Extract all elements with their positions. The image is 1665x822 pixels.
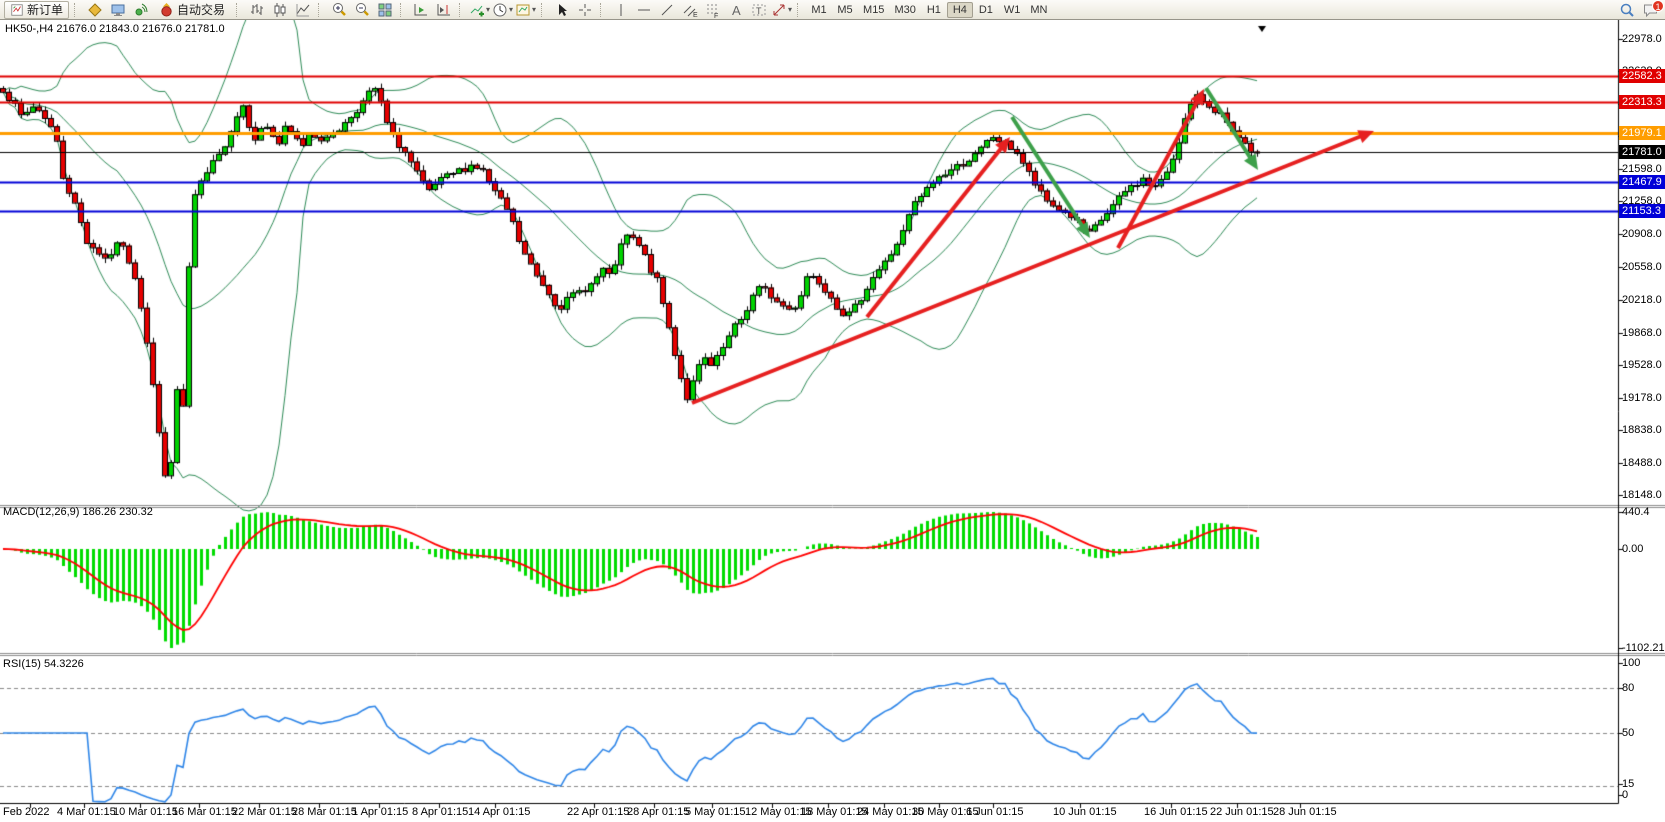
crosshair-button[interactable] bbox=[573, 1, 596, 19]
indicators-button[interactable]: ▾ bbox=[468, 1, 491, 19]
chart-shift-icon bbox=[436, 2, 452, 18]
terminal-button[interactable] bbox=[106, 1, 129, 19]
timeframe-m1-button[interactable]: M1 bbox=[806, 2, 832, 18]
auto-trading-label: 自动交易 bbox=[177, 1, 225, 18]
candlestick-chart-button[interactable] bbox=[268, 1, 291, 19]
bar-chart-icon bbox=[249, 2, 265, 18]
chart-window-button[interactable] bbox=[83, 1, 106, 19]
periods-button[interactable]: ▾ bbox=[491, 1, 514, 19]
equidistant-channel-button[interactable]: E bbox=[678, 1, 701, 19]
auto-scroll-icon bbox=[413, 2, 429, 18]
svg-text:E: E bbox=[693, 12, 698, 18]
auto-trading-icon bbox=[159, 2, 174, 17]
monitor-icon bbox=[110, 2, 126, 18]
horizontal-line-button[interactable] bbox=[632, 1, 655, 19]
horizontal-line-icon bbox=[636, 2, 652, 18]
text-icon: A bbox=[728, 2, 744, 18]
timeframe-h4-button[interactable]: H4 bbox=[947, 2, 973, 18]
signals-button[interactable] bbox=[129, 1, 152, 19]
toolbar-separator bbox=[797, 3, 803, 17]
search-button[interactable] bbox=[1615, 1, 1638, 19]
diamond-icon bbox=[87, 2, 103, 18]
new-order-label: 新订单 bbox=[27, 1, 63, 18]
line-chart-icon bbox=[295, 2, 311, 18]
timeframe-m15-button[interactable]: M15 bbox=[858, 2, 889, 18]
chevron-down-icon: ▾ bbox=[788, 5, 792, 14]
zoom-in-button[interactable] bbox=[327, 1, 350, 19]
toolbar-separator bbox=[459, 3, 465, 17]
vertical-line-icon bbox=[613, 2, 629, 18]
price-chart-canvas[interactable] bbox=[0, 20, 1665, 822]
trendline-icon bbox=[659, 2, 675, 18]
toolbar-separator bbox=[236, 3, 242, 17]
new-order-button[interactable]: 新订单 bbox=[4, 1, 69, 19]
cursor-button[interactable] bbox=[550, 1, 573, 19]
toolbar-separator bbox=[541, 3, 547, 17]
timeframe-m5-button[interactable]: M5 bbox=[832, 2, 858, 18]
chevron-down-icon: ▾ bbox=[486, 5, 490, 14]
toolbar-separator bbox=[600, 3, 606, 17]
search-icon bbox=[1619, 2, 1635, 18]
zoom-out-button[interactable] bbox=[350, 1, 373, 19]
chart-shift-button[interactable] bbox=[432, 1, 455, 19]
svg-text:T: T bbox=[756, 6, 762, 16]
candlestick-chart-icon bbox=[272, 2, 288, 18]
toolbar-separator bbox=[400, 3, 406, 17]
zoom-in-icon bbox=[331, 2, 347, 18]
arrows-icon bbox=[771, 2, 787, 18]
zoom-out-icon bbox=[354, 2, 370, 18]
toolbar-separator bbox=[74, 3, 80, 17]
chevron-down-icon: ▾ bbox=[509, 5, 513, 14]
timeframe-d1-button[interactable]: D1 bbox=[973, 2, 999, 18]
line-chart-button[interactable] bbox=[291, 1, 314, 19]
timeframe-w1-button[interactable]: W1 bbox=[999, 2, 1026, 18]
periods-clock-icon bbox=[492, 2, 508, 18]
crosshair-icon bbox=[577, 2, 593, 18]
text-label-button[interactable]: T bbox=[747, 1, 770, 19]
timeframe-m30-button[interactable]: M30 bbox=[889, 2, 920, 18]
cursor-icon bbox=[554, 2, 570, 18]
label-icon: T bbox=[751, 2, 767, 18]
chevron-down-icon: ▾ bbox=[532, 5, 536, 14]
timeframe-mn-button[interactable]: MN bbox=[1025, 2, 1052, 18]
notifications-button[interactable]: 1 bbox=[1638, 1, 1662, 19]
bar-chart-button[interactable] bbox=[245, 1, 268, 19]
tile-windows-button[interactable] bbox=[373, 1, 396, 19]
timeframe-h1-button[interactable]: H1 bbox=[921, 2, 947, 18]
fibonacci-icon: F bbox=[705, 2, 721, 18]
templates-icon bbox=[515, 2, 531, 18]
svg-text:A: A bbox=[732, 3, 741, 18]
channel-icon: E bbox=[682, 2, 698, 18]
new-order-icon bbox=[10, 3, 24, 17]
auto-trading-button[interactable]: 自动交易 bbox=[153, 1, 231, 19]
tile-windows-icon bbox=[377, 2, 393, 18]
text-button[interactable]: A bbox=[724, 1, 747, 19]
trendline-button[interactable] bbox=[655, 1, 678, 19]
timeframe-group: M1M5M15M30H1H4D1W1MN bbox=[806, 2, 1052, 18]
indicators-icon bbox=[469, 2, 485, 18]
notification-badge: 1 bbox=[1652, 0, 1664, 12]
auto-scroll-button[interactable] bbox=[409, 1, 432, 19]
templates-button[interactable]: ▾ bbox=[514, 1, 537, 19]
toolbar-separator bbox=[318, 3, 324, 17]
vertical-line-button[interactable] bbox=[609, 1, 632, 19]
signal-icon bbox=[133, 2, 149, 18]
svg-text:F: F bbox=[714, 13, 718, 18]
fibonacci-button[interactable]: F bbox=[701, 1, 724, 19]
arrows-button[interactable]: ▾ bbox=[770, 1, 793, 19]
toolbar: 新订单 自动交易 ▾ ▾ ▾ E F A T ▾ M1M5M15M30H1H4D… bbox=[0, 0, 1665, 20]
